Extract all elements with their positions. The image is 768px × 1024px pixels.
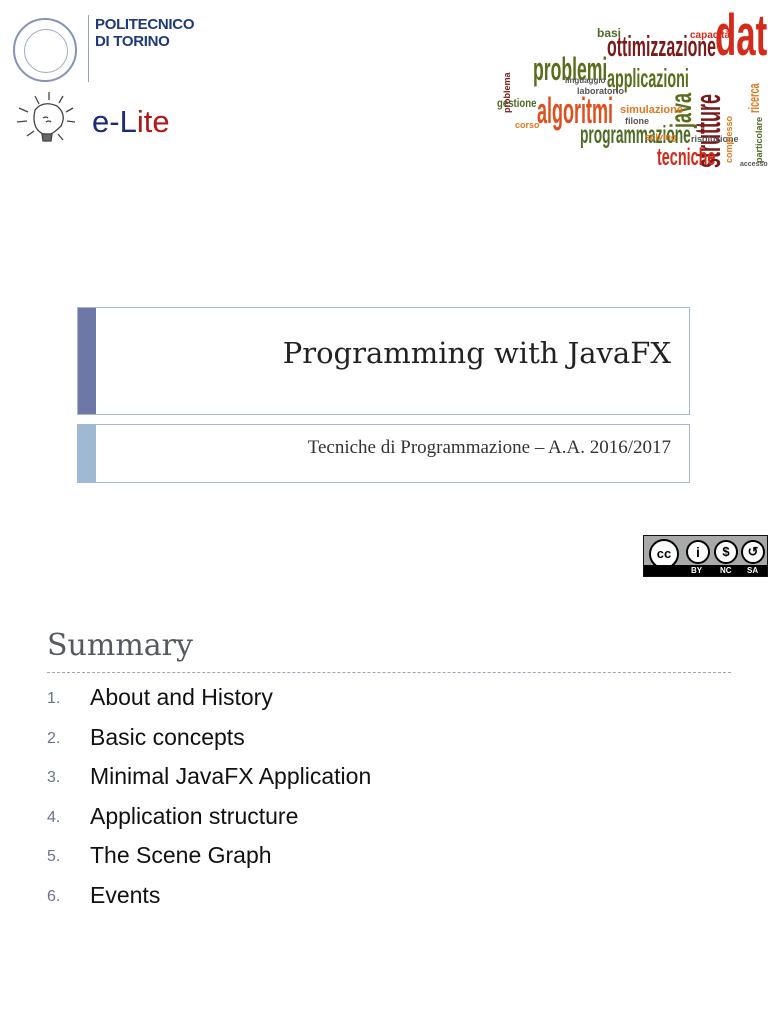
cloud-word: linguaggio bbox=[565, 76, 606, 85]
logo-divider bbox=[88, 15, 89, 82]
item-text: About and History bbox=[90, 684, 273, 710]
summary-divider bbox=[47, 672, 731, 673]
item-text: Events bbox=[90, 881, 161, 908]
cloud-word: corso bbox=[515, 120, 540, 130]
item-number: 5. bbox=[47, 848, 61, 866]
cloud-word: particolare bbox=[754, 116, 764, 163]
cloud-word: basi bbox=[597, 26, 622, 40]
subtitle-accent-bar bbox=[78, 425, 96, 482]
lightbulb-icon bbox=[16, 92, 76, 142]
cloud-word: simulazione bbox=[620, 104, 683, 116]
cloud-word: complesso bbox=[724, 115, 734, 163]
elite-logo: e-Lite bbox=[92, 104, 170, 140]
title-box: Programming with JavaFX bbox=[77, 307, 690, 415]
sharealike-icon: ↺ bbox=[741, 540, 765, 564]
politecnico-name: POLITECNICO DI TORINO bbox=[95, 16, 195, 50]
item-number: 1. bbox=[47, 690, 61, 707]
creative-commons-badge: cc i $ ↺ BY NC SA bbox=[643, 535, 768, 577]
elite-logo-e: e- bbox=[92, 104, 120, 139]
word-cloud-image: dati ottimizzazione problemi applicazion… bbox=[485, 3, 768, 173]
cc-label-sa: SA bbox=[747, 566, 759, 575]
slide-subtitle: Tecniche di Programmazione – A.A. 2016/2… bbox=[307, 437, 671, 458]
noncommercial-icon: $ bbox=[714, 540, 738, 564]
institution-line-2: DI TORINO bbox=[95, 33, 170, 50]
elite-logo-l: L bbox=[119, 104, 137, 139]
politecnico-seal-logo bbox=[13, 18, 77, 82]
attribution-icon: i bbox=[686, 540, 710, 564]
summary-heading: Summary bbox=[47, 628, 193, 663]
cloud-word: problema bbox=[502, 72, 512, 113]
item-number: 4. bbox=[47, 808, 61, 826]
cloud-word: capacità bbox=[690, 30, 731, 41]
cc-label-by: BY bbox=[691, 566, 703, 575]
cloud-word: accesso bbox=[740, 161, 768, 168]
institution-line-1: POLITECNICO bbox=[95, 16, 195, 33]
item-text: The Scene Graph bbox=[90, 842, 272, 869]
item-number: 2. bbox=[47, 729, 61, 747]
slide-title: Programming with JavaFX bbox=[282, 336, 671, 370]
cloud-word: solving bbox=[645, 132, 677, 142]
elite-logo-ite: ite bbox=[136, 104, 170, 139]
item-text: Minimal JavaFX Application bbox=[90, 763, 372, 790]
cloud-word: ricerca bbox=[746, 83, 763, 113]
item-text: Application structure bbox=[90, 802, 299, 829]
cloud-word: tecniche bbox=[657, 144, 716, 171]
item-text: Basic concepts bbox=[90, 723, 245, 750]
title-accent-bar bbox=[78, 308, 96, 414]
cc-label-nc: NC bbox=[720, 566, 732, 575]
subtitle-box: Tecniche di Programmazione – A.A. 2016/2… bbox=[77, 424, 690, 483]
cloud-word: filone bbox=[625, 116, 649, 126]
item-number: 3. bbox=[47, 769, 61, 787]
item-number: 6. bbox=[47, 887, 61, 905]
cloud-word: laboratorio bbox=[577, 86, 625, 96]
